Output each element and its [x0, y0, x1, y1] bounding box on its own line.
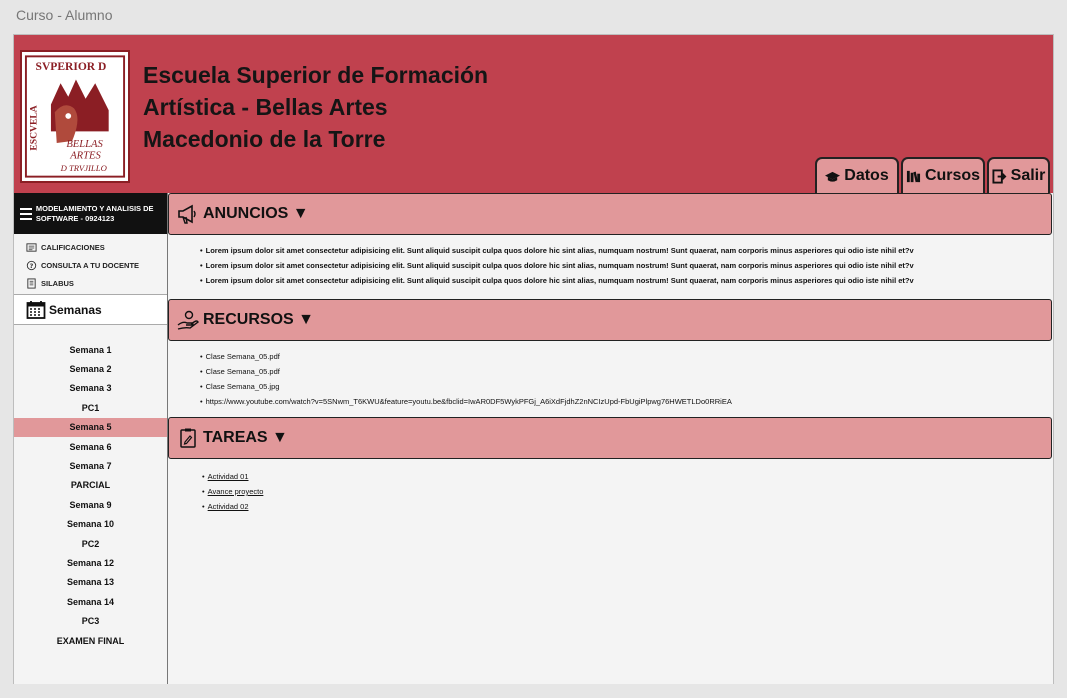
svg-text:D TRVJILLO: D TRVJILLO	[60, 163, 108, 173]
task-link[interactable]: Actividad 01	[208, 472, 249, 481]
week-item-active[interactable]: Semana 5	[14, 417, 167, 437]
resource-item[interactable]: Clase Semana_05.pdf	[200, 364, 732, 379]
tasks-list: Actividad 01 Avance proyecto Actividad 0…	[202, 469, 264, 514]
school-logo: SVPERIOR D ESCVELA BELLAS ARTES D TRVJIL…	[22, 52, 128, 181]
sidebar-link-silabus[interactable]: SILABUS	[14, 274, 167, 292]
grades-icon	[26, 242, 37, 252]
sidebar-link-consulta-label: CONSULTA A TU DOCENTE	[41, 260, 140, 270]
syllabus-icon	[27, 277, 36, 289]
hand-resource-icon	[177, 310, 199, 330]
resource-item[interactable]: Clase Semana_05.jpg	[200, 379, 732, 394]
announcements-list: Lorem ipsum dolor sit amet consectetur a…	[200, 243, 914, 288]
week-item[interactable]: Semana 12	[14, 553, 167, 572]
svg-text:SVPERIOR D: SVPERIOR D	[36, 61, 107, 73]
task-item: Actividad 01	[202, 469, 263, 484]
sidebar-links: CALIFICACIONES ? CONSULTA A TU DOCENTE S…	[14, 234, 167, 295]
announcements-header[interactable]: ANUNCIOS ▼	[168, 193, 1052, 235]
graduation-cap-icon	[825, 171, 841, 182]
task-link[interactable]: Avance proyecto	[208, 487, 264, 496]
svg-text:BELLAS: BELLAS	[66, 139, 103, 150]
week-item[interactable]: PARCIAL	[14, 476, 167, 495]
week-item[interactable]: Semana 14	[14, 592, 167, 611]
calendar-icon	[26, 300, 46, 319]
week-item[interactable]: Semana 1	[14, 340, 167, 359]
sidebar-link-calificaciones[interactable]: CALIFICACIONES	[14, 238, 167, 256]
announcement-item: Lorem ipsum dolor sit amet consectetur a…	[200, 258, 914, 273]
weeks-header: Semanas	[14, 295, 167, 325]
svg-text:ARTES: ARTES	[69, 150, 101, 161]
window-title: Curso - Alumno	[16, 7, 113, 23]
resources-list: Clase Semana_05.pdf Clase Semana_05.pdf …	[200, 349, 732, 409]
task-item: Avance proyecto	[202, 484, 264, 499]
week-item[interactable]: PC2	[14, 534, 167, 553]
week-item[interactable]: Semana 7	[14, 456, 167, 475]
tasks-title: TAREAS ▼	[203, 429, 288, 446]
resources-title: RECURSOS ▼	[203, 311, 314, 328]
clipboard-icon	[180, 428, 196, 448]
week-item[interactable]: EXAMEN FINAL	[14, 631, 167, 650]
app-frame: SVPERIOR D ESCVELA BELLAS ARTES D TRVJIL…	[13, 34, 1054, 684]
tab-salir[interactable]: Salir	[987, 157, 1050, 193]
week-item[interactable]: PC3	[14, 611, 167, 630]
sidebar-link-consulta[interactable]: ? CONSULTA A TU DOCENTE	[14, 256, 167, 274]
sidebar-link-calificaciones-label: CALIFICACIONES	[41, 242, 105, 252]
school-name: Escuela Superior de Formación Artística …	[143, 59, 503, 155]
tab-salir-label: Salir	[1010, 167, 1046, 184]
school-name-line1: Escuela Superior de Formación	[143, 62, 489, 88]
course-name: MODELAMIENTO Y ANALISIS DE SOFTWARE - 09…	[35, 203, 154, 223]
sidebar-link-silabus-label: SILABUS	[41, 278, 74, 288]
school-logo-icon: SVPERIOR D ESCVELA BELLAS ARTES D TRVJIL…	[24, 55, 126, 178]
resource-item[interactable]: Clase Semana_05.pdf	[200, 349, 732, 364]
announcement-item: Lorem ipsum dolor sit amet consectetur a…	[200, 243, 914, 258]
school-name-line3: Macedonio de la Torre	[143, 126, 386, 152]
week-item[interactable]: Semana 9	[14, 495, 167, 514]
week-item[interactable]: Semana 3	[14, 379, 167, 398]
hamburger-menu-icon[interactable]	[20, 207, 32, 220]
announcement-item: Lorem ipsum dolor sit amet consectetur a…	[200, 273, 914, 288]
tab-datos[interactable]: Datos	[815, 157, 899, 193]
week-item[interactable]: PC1	[14, 398, 167, 417]
week-item[interactable]: Semana 6	[14, 437, 167, 456]
week-item[interactable]: Semana 10	[14, 515, 167, 534]
course-selector[interactable]: MODELAMIENTO Y ANALISIS DE SOFTWARE - 09…	[14, 193, 167, 234]
weeks-list: Semana 1 Semana 2 Semana 3 PC1 Semana 5 …	[14, 325, 167, 650]
resource-item[interactable]: https://www.youtube.com/watch?v=5SNwm_T6…	[200, 394, 732, 409]
week-item[interactable]: Semana 13	[14, 573, 167, 592]
header: SVPERIOR D ESCVELA BELLAS ARTES D TRVJIL…	[14, 35, 1053, 193]
tasks-header[interactable]: TAREAS ▼	[168, 417, 1052, 459]
tab-cursos[interactable]: Cursos	[901, 157, 985, 193]
sign-out-icon	[992, 168, 1007, 184]
books-icon	[906, 170, 920, 182]
weeks-title: Semanas	[49, 302, 102, 317]
svg-text:?: ?	[30, 261, 34, 269]
school-name-line2: Artística - Bellas Artes	[143, 94, 388, 120]
week-item[interactable]: Semana 2	[14, 359, 167, 378]
svg-text:ESCVELA: ESCVELA	[29, 105, 40, 150]
tab-datos-label: Datos	[844, 167, 889, 184]
task-link[interactable]: Actividad 02	[208, 502, 249, 511]
megaphone-icon	[178, 204, 196, 224]
question-icon: ?	[26, 260, 37, 270]
sidebar: MODELAMIENTO Y ANALISIS DE SOFTWARE - 09…	[14, 193, 168, 684]
resources-header[interactable]: RECURSOS ▼	[168, 299, 1052, 341]
task-item: Actividad 02	[202, 499, 263, 514]
main-content: ANUNCIOS ▼ Lorem ipsum dolor sit amet co…	[168, 193, 1053, 684]
announcements-title: ANUNCIOS ▼	[203, 205, 309, 222]
tab-cursos-label: Cursos	[924, 167, 981, 184]
